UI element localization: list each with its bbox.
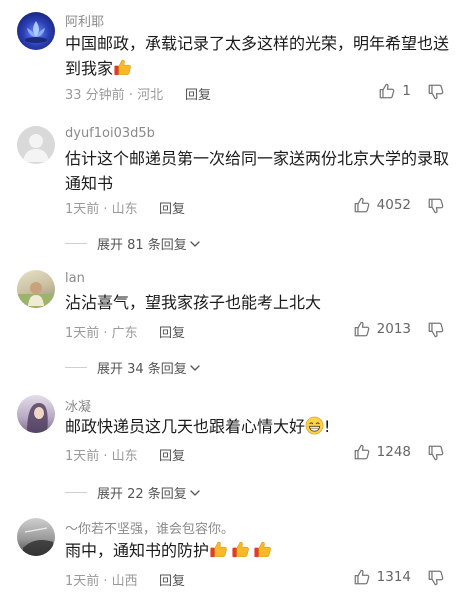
- thumbs-up-emoji-icon: [231, 540, 250, 559]
- thumb-down-outline-icon[interactable]: [427, 444, 445, 462]
- comment-item: dyuf1oi03d5b 估计这个邮递员第一次给同一家送两份北京大学的录取通知书…: [0, 120, 461, 265]
- avatar[interactable]: [17, 126, 55, 164]
- thumb-up-outline-icon: [353, 568, 371, 586]
- reply-button[interactable]: 回复: [159, 322, 185, 341]
- username[interactable]: 冰凝: [65, 396, 91, 415]
- chevron-down-icon: [189, 362, 201, 374]
- comment-meta: 1天前 · 广东: [65, 326, 138, 341]
- reply-button[interactable]: 回复: [159, 198, 185, 217]
- thumb-down-outline-icon[interactable]: [427, 321, 445, 339]
- thumb-up-outline-icon: [353, 320, 371, 338]
- comment-text: 邮政快递员这几天也跟着心情大好!: [65, 416, 331, 436]
- like-count: 1248: [376, 444, 411, 460]
- username[interactable]: dyuf1oi03d5b: [65, 126, 155, 141]
- avatar[interactable]: [17, 270, 55, 308]
- comment-item: ～你若不坚强，谁会包容你。 雨中，通知书的防护 1天前 · 山西 回复 1314: [0, 510, 461, 600]
- reply-button[interactable]: 回复: [159, 570, 185, 589]
- expand-replies-button[interactable]: 展开 81 条回复: [65, 234, 201, 253]
- expand-replies-button[interactable]: 展开 22 条回复: [65, 483, 201, 502]
- divider-line: [65, 243, 87, 244]
- comment-text: 估计这个邮递员第一次给同一家送两份北京大学的录取通知书: [65, 149, 450, 193]
- divider-line: [65, 492, 87, 493]
- comment-meta: 1天前 · 山西: [65, 574, 138, 589]
- divider-line: [65, 367, 87, 368]
- comment-item: 阿利耶 中国邮政，承载记录了太多这样的光荣，明年希望也送到我家 33 分钟前 ·…: [0, 0, 461, 120]
- username[interactable]: 阿利耶: [65, 11, 104, 30]
- like-count: 2013: [376, 321, 411, 337]
- thumb-up-outline-icon: [378, 82, 396, 100]
- comment-text: 雨中，通知书的防护: [65, 538, 450, 563]
- avatar[interactable]: [17, 395, 55, 433]
- like-count: 1: [402, 83, 411, 99]
- thumb-down-outline-icon[interactable]: [427, 197, 445, 215]
- like-button[interactable]: 1314: [353, 568, 411, 586]
- thumb-up-outline-icon: [353, 196, 371, 214]
- comment-item: 冰凝 邮政快递员这几天也跟着心情大好! 1天前 · 山东 回复 1248 展开 …: [0, 390, 461, 510]
- like-count: 1314: [376, 569, 411, 585]
- comment-meta: 1天前 · 山东: [65, 449, 138, 464]
- like-button[interactable]: 1: [378, 82, 411, 100]
- avatar[interactable]: [17, 12, 55, 50]
- comment-text: 中国邮政，承载记录了太多这样的光荣，明年希望也送到我家: [65, 34, 450, 78]
- expand-replies-button[interactable]: 展开 34 条回复: [65, 358, 201, 377]
- comment-meta: 1天前 · 山东: [65, 202, 138, 217]
- avatar[interactable]: [17, 518, 55, 556]
- like-button[interactable]: 2013: [353, 320, 411, 338]
- chevron-down-icon: [189, 238, 201, 250]
- comment-text: 沾沾喜气，望我家孩子也能考上北大: [65, 293, 322, 312]
- thumbs-up-emoji-icon: [253, 540, 272, 559]
- thumb-up-outline-icon: [353, 443, 371, 461]
- username[interactable]: lan: [65, 271, 85, 286]
- thumbs-up-emoji-icon: [113, 58, 132, 77]
- thumb-down-outline-icon[interactable]: [427, 83, 445, 101]
- comment-item: lan 沾沾喜气，望我家孩子也能考上北大 1天前 · 广东 回复 2013 展开…: [0, 265, 461, 390]
- thumbs-up-emoji-icon: [209, 540, 228, 559]
- grinning-face-emoji-icon: [305, 416, 324, 435]
- thumb-down-outline-icon[interactable]: [427, 569, 445, 587]
- like-count: 4052: [376, 197, 411, 213]
- like-button[interactable]: 1248: [353, 443, 411, 461]
- like-button[interactable]: 4052: [353, 196, 411, 214]
- comment-meta: 33 分钟前 · 河北: [65, 88, 164, 103]
- reply-button[interactable]: 回复: [185, 84, 211, 103]
- reply-button[interactable]: 回复: [159, 445, 185, 464]
- chevron-down-icon: [189, 487, 201, 499]
- username[interactable]: ～你若不坚强，谁会包容你。: [65, 518, 234, 537]
